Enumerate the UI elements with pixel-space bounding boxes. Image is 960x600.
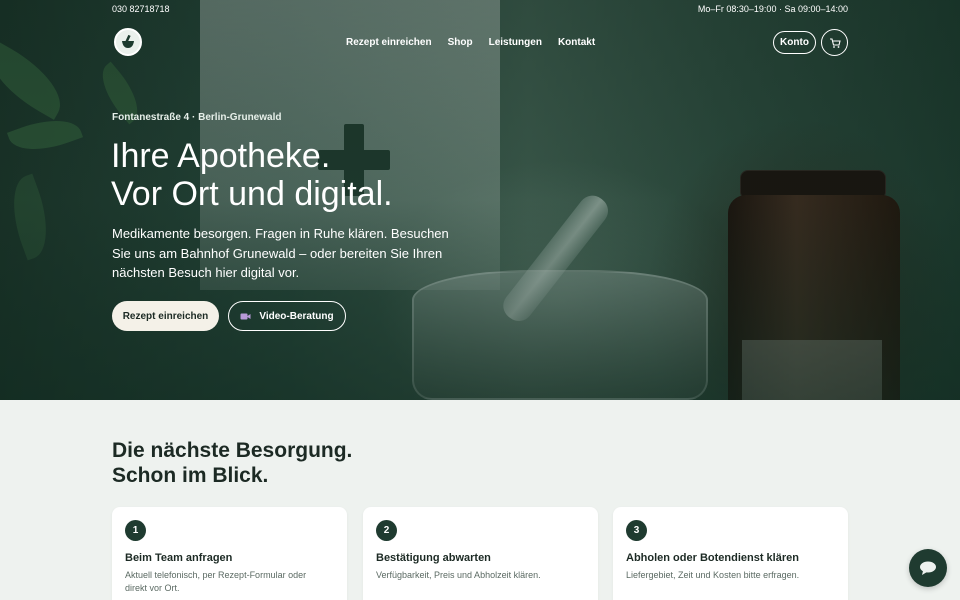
steps-title-line-1: Die nächste Besorgung. (112, 439, 353, 462)
opening-hours: Mo–Fr 08:30–19:00 · Sa 09:00–14:00 (697, 4, 848, 14)
main-nav: Rezept einreichen Shop Leistungen Kontak… (346, 37, 595, 48)
nav-item-rezept[interactable]: Rezept einreichen (346, 37, 432, 48)
step-title: Abholen oder Botendienst klären (626, 552, 799, 564)
step-number: 3 (626, 520, 647, 541)
step-card: 2 Bestätigung abwarten Verfügbarkeit, Pr… (363, 507, 598, 600)
hero-headline: Ihre Apotheke. Vor Ort und digital. (111, 137, 393, 213)
video-consultation-button[interactable]: Video-Beratung (228, 301, 346, 331)
topbar: 030 82718718 Mo–Fr 08:30–19:00 · Sa 09:0… (112, 4, 848, 16)
phone-number[interactable]: 030 82718718 (112, 4, 170, 14)
cart-icon (829, 37, 841, 48)
video-consultation-label: Video-Beratung (259, 310, 334, 322)
nav-item-kontakt[interactable]: Kontakt (558, 37, 595, 48)
nav-item-shop[interactable]: Shop (448, 37, 473, 48)
cart-button[interactable] (821, 29, 848, 56)
hero-address: Fontanestraße 4 · Berlin-Grunewald (112, 112, 282, 123)
step-card: 1 Beim Team anfragen Aktuell telefonisch… (112, 507, 347, 600)
mortar-logo-icon[interactable] (114, 28, 142, 56)
step-title: Beim Team anfragen (125, 552, 233, 564)
steps-title-line-2: Schon im Blick. (112, 464, 269, 487)
account-button[interactable]: Konto (773, 31, 816, 54)
step-text: Liefergebiet, Zeit und Kosten bitte erfr… (626, 570, 800, 580)
steps-title: Die nächste Besorgung. Schon im Blick. (112, 438, 352, 488)
step-text: Aktuell telefonisch, per Rezept-Formular… (125, 570, 307, 593)
headline-line-1: Ihre Apotheke. (111, 137, 331, 175)
chat-button[interactable] (909, 549, 947, 587)
submit-prescription-button[interactable]: Rezept einreichen (112, 301, 219, 331)
step-title: Bestätigung abwarten (376, 552, 491, 564)
step-number: 2 (376, 520, 397, 541)
step-number: 1 (125, 520, 146, 541)
headline-line-2: Vor Ort und digital. (111, 175, 393, 213)
nav-item-leistungen[interactable]: Leistungen (489, 37, 542, 48)
step-text: Verfügbarkeit, Preis und Abholzeit kläre… (376, 570, 541, 580)
hero-lead-text: Medikamente besorgen. Fragen in Ruhe klä… (112, 226, 449, 280)
chat-bubble-icon (920, 561, 936, 575)
step-card: 3 Abholen oder Botendienst klären Liefer… (613, 507, 848, 600)
video-camera-icon (240, 313, 251, 319)
